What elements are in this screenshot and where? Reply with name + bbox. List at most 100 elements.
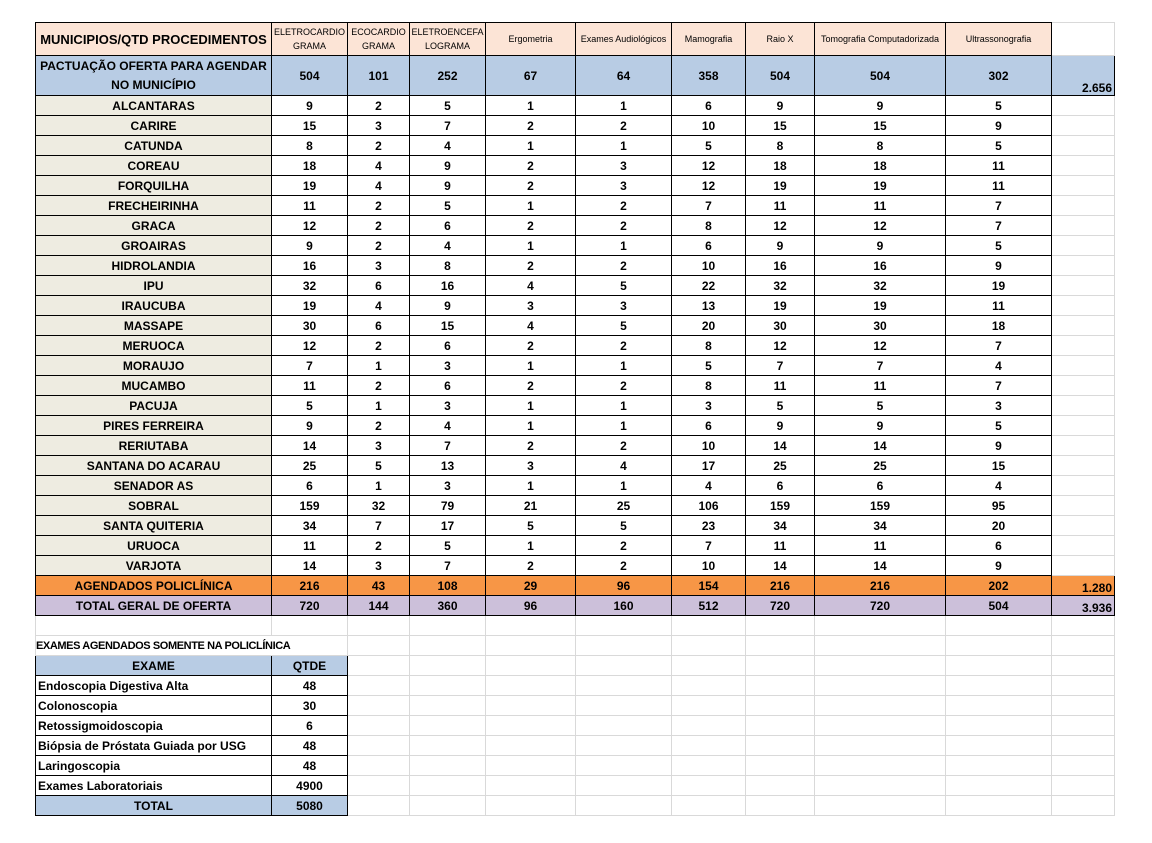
empty-cell[interactable] [485,675,576,696]
empty-cell[interactable] [945,695,1052,716]
empty-cell[interactable] [485,795,576,816]
municipio-value-cell[interactable]: 1 [347,475,410,496]
municipio-value-cell[interactable]: 1 [485,95,576,116]
municipio-value-cell[interactable]: 3 [575,155,672,176]
municipio-value-cell[interactable]: 5 [945,95,1052,116]
municipio-value-cell[interactable]: 14 [814,555,946,576]
municipio-value-cell[interactable]: 4 [945,475,1052,496]
municipio-value-cell[interactable]: 10 [671,115,746,136]
municipio-value-cell[interactable]: 8 [671,335,746,356]
empty-cell[interactable] [814,635,946,656]
empty-cell[interactable] [485,775,576,796]
municipio-value-cell[interactable]: 11 [945,175,1052,196]
empty-cell[interactable] [575,755,672,776]
municipio-name-cell[interactable]: MUCAMBO [35,375,272,396]
municipio-name-cell[interactable]: GROAIRAS [35,235,272,256]
municipio-value-cell[interactable]: 3 [575,175,672,196]
empty-cell[interactable] [814,695,946,716]
empty-cell[interactable] [1051,475,1115,496]
municipio-value-cell[interactable]: 8 [814,135,946,156]
empty-cell[interactable] [575,675,672,696]
empty-cell[interactable] [347,695,410,716]
municipio-value-cell[interactable]: 3 [409,355,486,376]
pactuacao-label-cell[interactable]: PACTUAÇÃO OFERTA PARA AGENDAR NO MUNICÍP… [35,55,272,96]
municipio-value-cell[interactable]: 159 [814,495,946,516]
municipio-value-cell[interactable]: 5 [945,235,1052,256]
municipio-value-cell[interactable]: 9 [814,95,946,116]
empty-cell[interactable] [409,675,486,696]
empty-cell[interactable] [485,755,576,776]
empty-cell[interactable] [1051,275,1115,296]
empty-cell[interactable] [409,655,486,676]
empty-cell[interactable] [271,615,348,636]
municipio-value-cell[interactable]: 7 [945,195,1052,216]
municipio-value-cell[interactable]: 2 [575,255,672,276]
municipio-value-cell[interactable]: 15 [271,115,348,136]
agendados-value-cell[interactable]: 43 [347,575,410,596]
municipio-value-cell[interactable]: 19 [745,175,815,196]
municipio-value-cell[interactable]: 6 [671,235,746,256]
municipio-value-cell[interactable]: 2 [347,215,410,236]
municipio-value-cell[interactable]: 2 [485,555,576,576]
municipio-value-cell[interactable]: 7 [745,355,815,376]
municipio-value-cell[interactable]: 7 [671,535,746,556]
municipio-value-cell[interactable]: 9 [409,175,486,196]
municipio-value-cell[interactable]: 1 [485,235,576,256]
empty-cell[interactable] [1051,795,1115,816]
municipio-value-cell[interactable]: 5 [945,415,1052,436]
empty-cell[interactable] [1051,415,1115,436]
municipio-value-cell[interactable]: 3 [485,295,576,316]
municipio-value-cell[interactable]: 5 [945,135,1052,156]
municipio-value-cell[interactable]: 9 [271,415,348,436]
municipio-value-cell[interactable]: 2 [485,115,576,136]
exame-name-cell[interactable]: Exames Laboratoriais [35,775,272,796]
empty-cell[interactable] [409,615,486,636]
empty-cell[interactable] [814,615,946,636]
empty-cell[interactable] [1051,135,1115,156]
municipio-value-cell[interactable]: 5 [745,395,815,416]
municipio-value-cell[interactable]: 12 [671,155,746,176]
exames-total-value[interactable]: 5080 [271,795,348,816]
municipio-value-cell[interactable]: 7 [945,375,1052,396]
empty-cell[interactable] [1051,155,1115,176]
municipio-value-cell[interactable]: 15 [745,115,815,136]
empty-cell[interactable] [745,715,815,736]
municipio-value-cell[interactable]: 15 [814,115,946,136]
municipio-value-cell[interactable]: 2 [485,335,576,356]
municipio-value-cell[interactable]: 14 [745,435,815,456]
empty-cell[interactable] [671,735,746,756]
empty-cell[interactable] [945,715,1052,736]
municipio-name-cell[interactable]: RERIUTABA [35,435,272,456]
municipio-value-cell[interactable]: 12 [745,215,815,236]
municipio-value-cell[interactable]: 1 [347,395,410,416]
empty-cell[interactable] [1051,235,1115,256]
total-geral-total-cell[interactable]: 3.936 [1051,595,1115,616]
municipio-value-cell[interactable]: 12 [671,175,746,196]
empty-cell[interactable] [945,675,1052,696]
municipio-value-cell[interactable]: 5 [671,355,746,376]
pactuacao-total-cell[interactable]: 2.656 [1051,55,1115,96]
exame-qtde-cell[interactable]: 6 [271,715,348,736]
municipio-value-cell[interactable]: 7 [814,355,946,376]
municipio-value-cell[interactable]: 34 [814,515,946,536]
agendados-value-cell[interactable]: 154 [671,575,746,596]
empty-cell[interactable] [671,795,746,816]
empty-cell[interactable] [671,615,746,636]
pactuacao-value-cell[interactable]: 67 [485,55,576,96]
municipio-value-cell[interactable]: 32 [745,275,815,296]
empty-cell[interactable] [814,735,946,756]
exame-qtde-cell[interactable]: 30 [271,695,348,716]
municipio-value-cell[interactable]: 9 [945,115,1052,136]
empty-cell[interactable] [814,775,946,796]
empty-cell[interactable] [347,635,410,656]
exame-qtde-cell[interactable]: 48 [271,755,348,776]
header-corner-cell[interactable]: MUNICIPIOS/QTD PROCEDIMENTOS [35,22,272,56]
municipio-value-cell[interactable]: 11 [271,375,348,396]
municipio-value-cell[interactable]: 12 [271,335,348,356]
empty-cell[interactable] [945,615,1052,636]
municipio-value-cell[interactable]: 14 [745,555,815,576]
municipio-value-cell[interactable]: 1 [485,475,576,496]
municipio-value-cell[interactable]: 20 [671,315,746,336]
header-procedure-cell[interactable]: Mamografia [671,22,746,56]
municipio-value-cell[interactable]: 9 [945,255,1052,276]
